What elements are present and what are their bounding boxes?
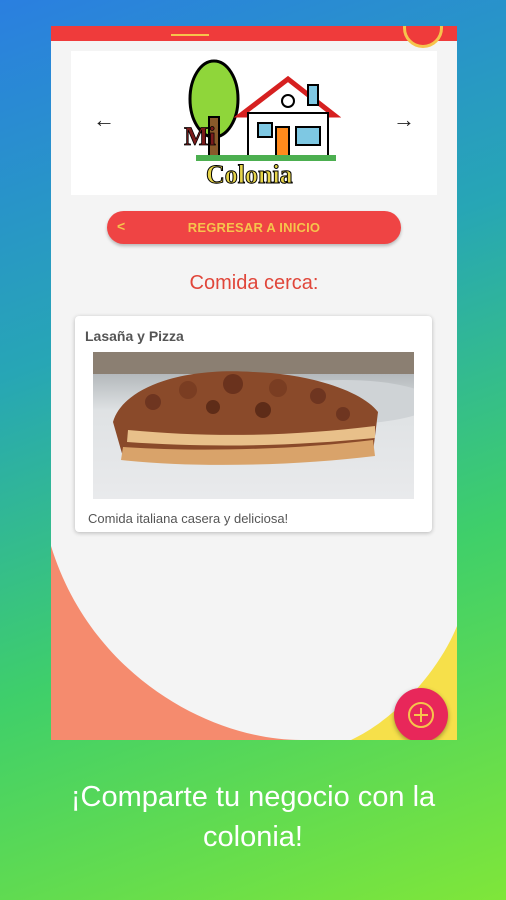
arrow-right-icon[interactable]: → bbox=[393, 107, 415, 132]
mi-colonia-logo: Mi Colonia bbox=[184, 59, 341, 189]
caption-line-2: colonia! bbox=[203, 821, 303, 853]
back-button-label: REGRESAR A INICIO bbox=[187, 220, 321, 235]
top-bar-logo bbox=[171, 26, 209, 36]
header-card: ← Mi Colonia → bbox=[71, 51, 437, 195]
chevron-left-icon: < bbox=[117, 218, 126, 234]
section-title: Comida cerca: bbox=[189, 272, 319, 294]
add-circle-icon bbox=[408, 702, 434, 728]
listing-description: Comida italiana casera y deliciosa! bbox=[88, 511, 289, 526]
logo-word-colonia: Colonia bbox=[206, 160, 293, 189]
promo-caption: ¡Comparte tu negocio con la colonia! bbox=[0, 777, 506, 857]
listing-card[interactable]: Lasaña y Pizza Comida italiana casera y … bbox=[75, 316, 432, 532]
top-bar bbox=[51, 26, 457, 41]
back-to-home-button[interactable]: < REGRESAR A INICIO bbox=[107, 211, 401, 244]
caption-line-1: ¡Comparte tu negocio con la bbox=[70, 781, 436, 813]
phone-screen: ← Mi Colonia → < REGRESAR A INICIO Comid… bbox=[51, 26, 457, 740]
logo-word-mi: Mi bbox=[184, 122, 216, 151]
add-business-button[interactable] bbox=[394, 688, 448, 740]
lasagna-photo bbox=[93, 352, 414, 499]
arrow-left-icon[interactable]: ← bbox=[93, 107, 115, 132]
listing-title: Lasaña y Pizza bbox=[85, 328, 184, 344]
